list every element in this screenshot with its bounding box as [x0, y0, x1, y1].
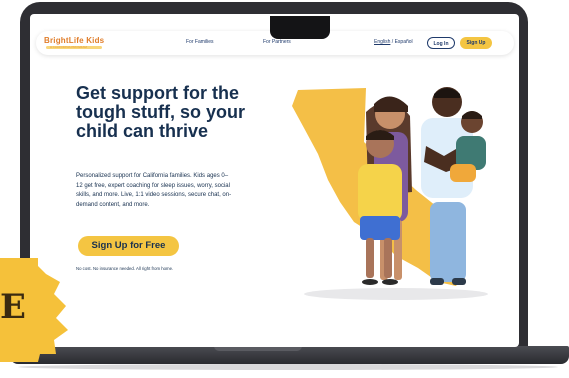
brightlife-kids-logo[interactable]: BrightLife Kids A CALIFORNIA PROGRAM [44, 36, 106, 52]
sign-up-for-free-button[interactable]: Sign Up for Free [78, 236, 179, 256]
ground-shadow [304, 288, 488, 300]
log-in-button[interactable]: Log In [427, 37, 455, 49]
hero-description: Personalized support for California fami… [76, 173, 232, 208]
language-english-link[interactable]: English [374, 39, 390, 45]
language-switcher: English / Español [374, 39, 413, 45]
header-sign-up-button[interactable]: Sign Up [460, 37, 492, 49]
badge-letter: E [0, 287, 26, 327]
family-california-illustration [292, 87, 488, 300]
logo-tagline: A CALIFORNIA PROGRAM [50, 45, 87, 49]
hero-footnote: No cost. No insurance needed. All right … [76, 266, 174, 271]
logo-text: BrightLife Kids [44, 36, 105, 45]
language-spanish-link[interactable]: Español [395, 39, 413, 45]
laptop-screen: BrightLife Kids A CALIFORNIA PROGRAM For… [30, 14, 519, 347]
nav-for-partners[interactable]: For Partners [263, 39, 291, 45]
camera-notch [270, 16, 330, 39]
laptop-shadow [18, 364, 558, 370]
hero-headline: Get support for the tough stuff, so your… [76, 83, 245, 141]
nav-for-families[interactable]: For Families [186, 39, 214, 45]
